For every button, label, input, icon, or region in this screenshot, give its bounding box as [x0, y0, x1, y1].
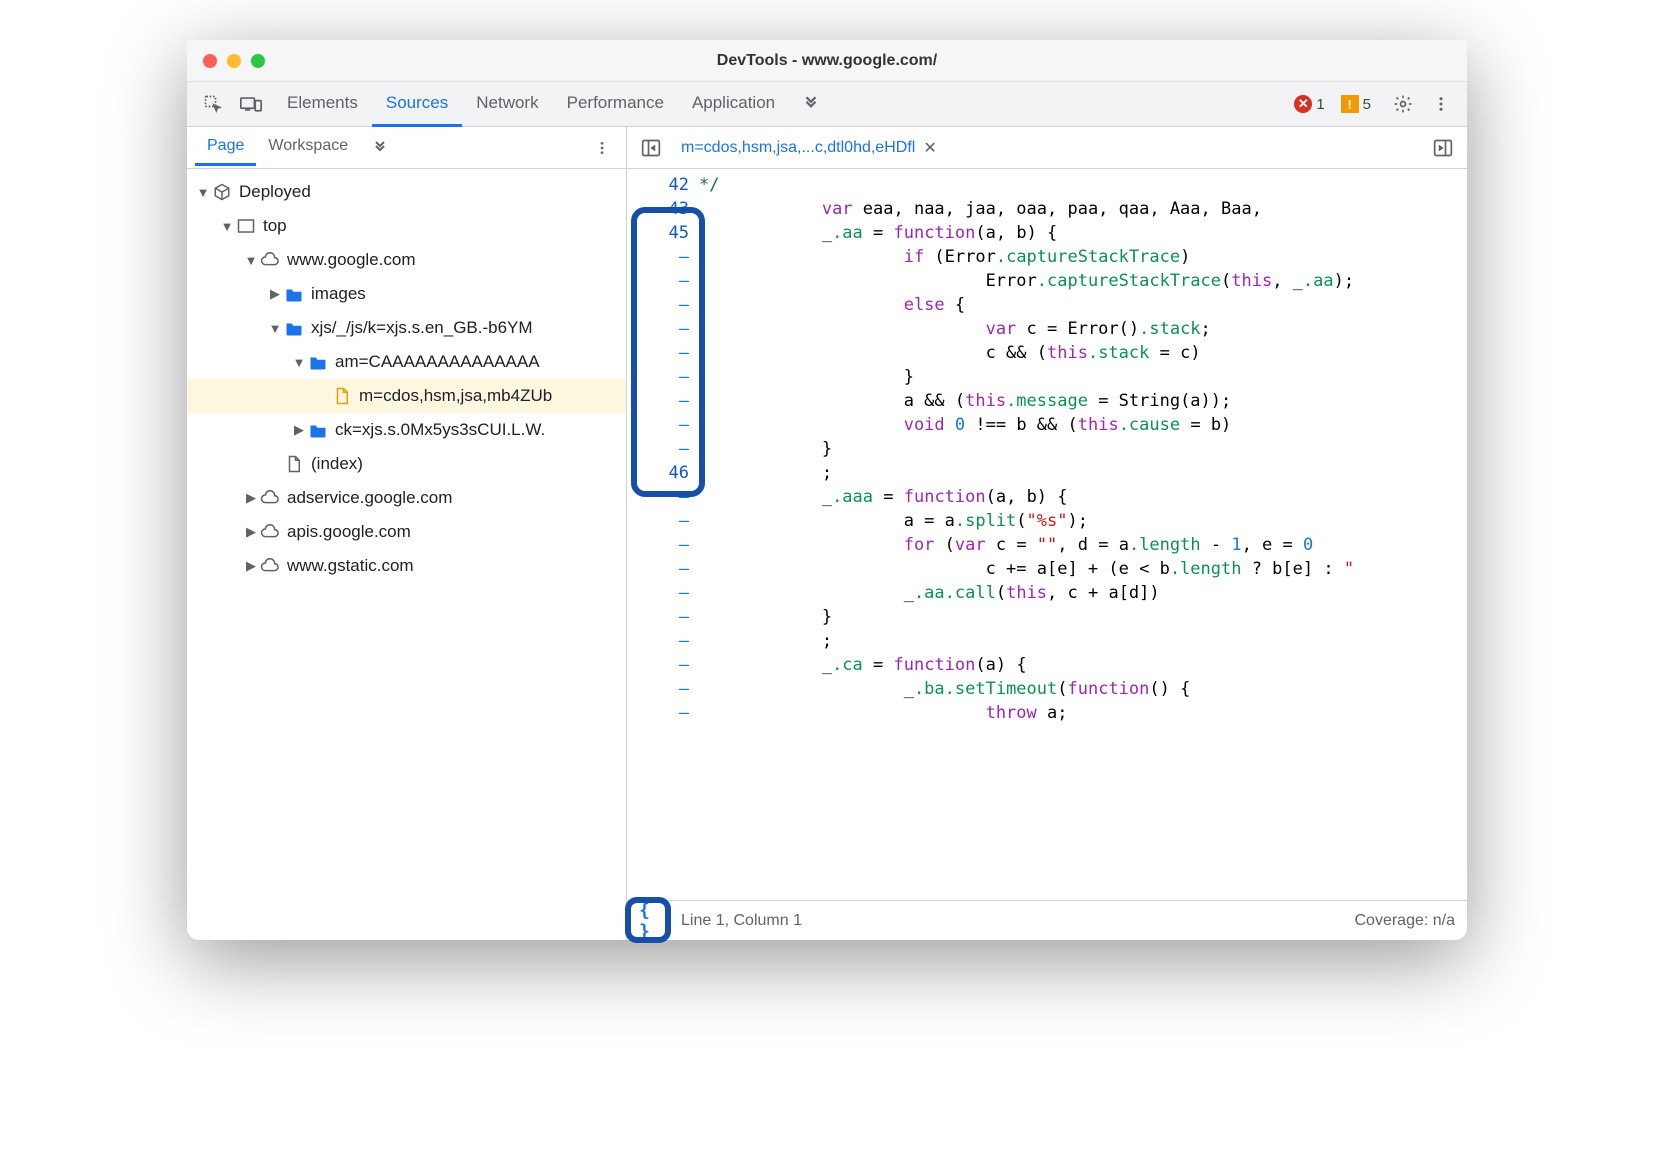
tree-item-label: m=cdos,hsm,jsa,mb4ZUb [359, 386, 552, 406]
tab-performance[interactable]: Performance [553, 82, 678, 127]
tree-arrow-icon: ▶ [243, 524, 259, 540]
doc-icon [283, 455, 305, 473]
tree-item-label: ck=xjs.s.0Mx5ys3sCUI.L.W. [335, 420, 545, 440]
maximize-window-button[interactable] [251, 54, 265, 68]
tree-item-label: images [311, 284, 366, 304]
cursor-position: Line 1, Column 1 [681, 912, 802, 930]
navigator-panel: PageWorkspace ▼ Deployed ▼ top ▼ www.google.c… [187, 127, 627, 940]
code-editor[interactable]: 424345–––––––––46–––––––––– */ var eaa, … [627, 169, 1467, 900]
editor-tab[interactable]: m=cdos,hsm,jsa,...c,dtl0hd,eHDfl ✕ [675, 134, 943, 162]
titlebar: DevTools - www.google.com/ [187, 40, 1467, 82]
toggle-debugger-icon[interactable] [1427, 132, 1459, 164]
gutter[interactable]: 424345–––––––––46–––––––––– [627, 169, 699, 900]
window-title: DevTools - www.google.com/ [187, 52, 1467, 70]
tree-item[interactable]: ▶ ck=xjs.s.0Mx5ys3sCUI.L.W. [187, 413, 626, 447]
warning-count: 5 [1363, 96, 1371, 113]
cloud-icon [259, 558, 281, 574]
error-count: 1 [1316, 96, 1324, 113]
cloud-icon [259, 252, 281, 268]
folder-icon [307, 422, 329, 438]
close-window-button[interactable] [203, 54, 217, 68]
editor-tab-label: m=cdos,hsm,jsa,...c,dtl0hd,eHDfl [681, 139, 915, 157]
kebab-menu-icon[interactable] [1425, 88, 1457, 120]
folder-icon [283, 320, 305, 336]
navigator-menu-icon[interactable] [586, 132, 618, 164]
tree-item-label: Deployed [239, 182, 311, 202]
tree-item[interactable]: ▶ adservice.google.com [187, 481, 626, 515]
folder-icon [283, 286, 305, 302]
statusbar: { } Line 1, Column 1 Coverage: n/a [627, 900, 1467, 940]
tab-application[interactable]: Application [678, 82, 789, 127]
tree-arrow-icon: ▼ [243, 253, 259, 268]
tree-arrow-icon: ▼ [219, 219, 235, 234]
tree-item-label: www.gstatic.com [287, 556, 414, 576]
tree-arrow-icon: ▼ [291, 355, 307, 370]
tree-arrow-icon: ▼ [195, 185, 211, 200]
cube-icon [211, 183, 233, 201]
frame-icon [235, 218, 257, 234]
editor-tabs: m=cdos,hsm,jsa,...c,dtl0hd,eHDfl ✕ [627, 127, 1467, 169]
error-badge[interactable]: ✕ 1 [1294, 95, 1324, 113]
toggle-navigator-icon[interactable] [635, 132, 667, 164]
cloud-icon [259, 490, 281, 506]
tree-arrow-icon: ▶ [267, 286, 283, 302]
tree-item-label: www.google.com [287, 250, 416, 270]
file-tree[interactable]: ▼Deployed▼top▼www.google.com▶images▼xjs/… [187, 169, 626, 940]
tree-item-label: adservice.google.com [287, 488, 452, 508]
tree-item[interactable]: (index) [187, 447, 626, 481]
tree-item[interactable]: m=cdos,hsm,jsa,mb4ZUb [187, 379, 626, 413]
pretty-print-button[interactable]: { } [639, 906, 669, 936]
more-nav-tabs-icon[interactable] [364, 132, 396, 164]
nav-tab-page[interactable]: Page [195, 129, 256, 166]
tree-item[interactable]: ▶ images [187, 277, 626, 311]
coverage-label: Coverage: n/a [1354, 912, 1455, 930]
tree-item-label: apis.google.com [287, 522, 411, 542]
tree-item-label: xjs/_/js/k=xjs.s.en_GB.-b6YM [311, 318, 533, 338]
navigator-tabs: PageWorkspace [187, 127, 626, 169]
warning-icon: ! [1341, 95, 1359, 113]
cloud-icon [259, 524, 281, 540]
code-content[interactable]: */ var eaa, naa, jaa, oaa, paa, qaa, Aaa… [699, 169, 1467, 900]
tree-item-label: am=CAAAAAAAAAAAAAA [335, 352, 540, 372]
tab-network[interactable]: Network [462, 82, 552, 127]
folder-icon [307, 354, 329, 370]
warning-badge[interactable]: ! 5 [1341, 95, 1371, 113]
tree-item-label: top [263, 216, 287, 236]
tree-item[interactable]: ▼ am=CAAAAAAAAAAAAAA [187, 345, 626, 379]
tree-item-label: (index) [311, 454, 363, 474]
tree-item[interactable]: ▼ Deployed [187, 175, 626, 209]
main-toolbar: ElementsSourcesNetworkPerformanceApplica… [187, 82, 1467, 127]
tree-arrow-icon: ▶ [291, 422, 307, 438]
tree-arrow-icon: ▶ [243, 490, 259, 506]
tree-item[interactable]: ▼ xjs/_/js/k=xjs.s.en_GB.-b6YM [187, 311, 626, 345]
tree-arrow-icon: ▼ [267, 321, 283, 336]
tree-item[interactable]: ▶ www.gstatic.com [187, 549, 626, 583]
tree-item[interactable]: ▶ apis.google.com [187, 515, 626, 549]
tree-item[interactable]: ▼ www.google.com [187, 243, 626, 277]
file-icon [331, 387, 353, 405]
editor-pane: m=cdos,hsm,jsa,...c,dtl0hd,eHDfl ✕ 42434… [627, 127, 1467, 940]
settings-icon[interactable] [1387, 88, 1419, 120]
tree-item[interactable]: ▼ top [187, 209, 626, 243]
device-toggle-icon[interactable] [235, 88, 267, 120]
minimize-window-button[interactable] [227, 54, 241, 68]
close-tab-icon[interactable]: ✕ [923, 138, 936, 158]
tab-elements[interactable]: Elements [273, 82, 372, 127]
more-tabs-icon[interactable] [795, 88, 827, 120]
error-icon: ✕ [1294, 95, 1312, 113]
tab-sources[interactable]: Sources [372, 82, 462, 127]
inspect-icon[interactable] [197, 88, 229, 120]
nav-tab-workspace[interactable]: Workspace [256, 129, 360, 166]
tree-arrow-icon: ▶ [243, 558, 259, 574]
